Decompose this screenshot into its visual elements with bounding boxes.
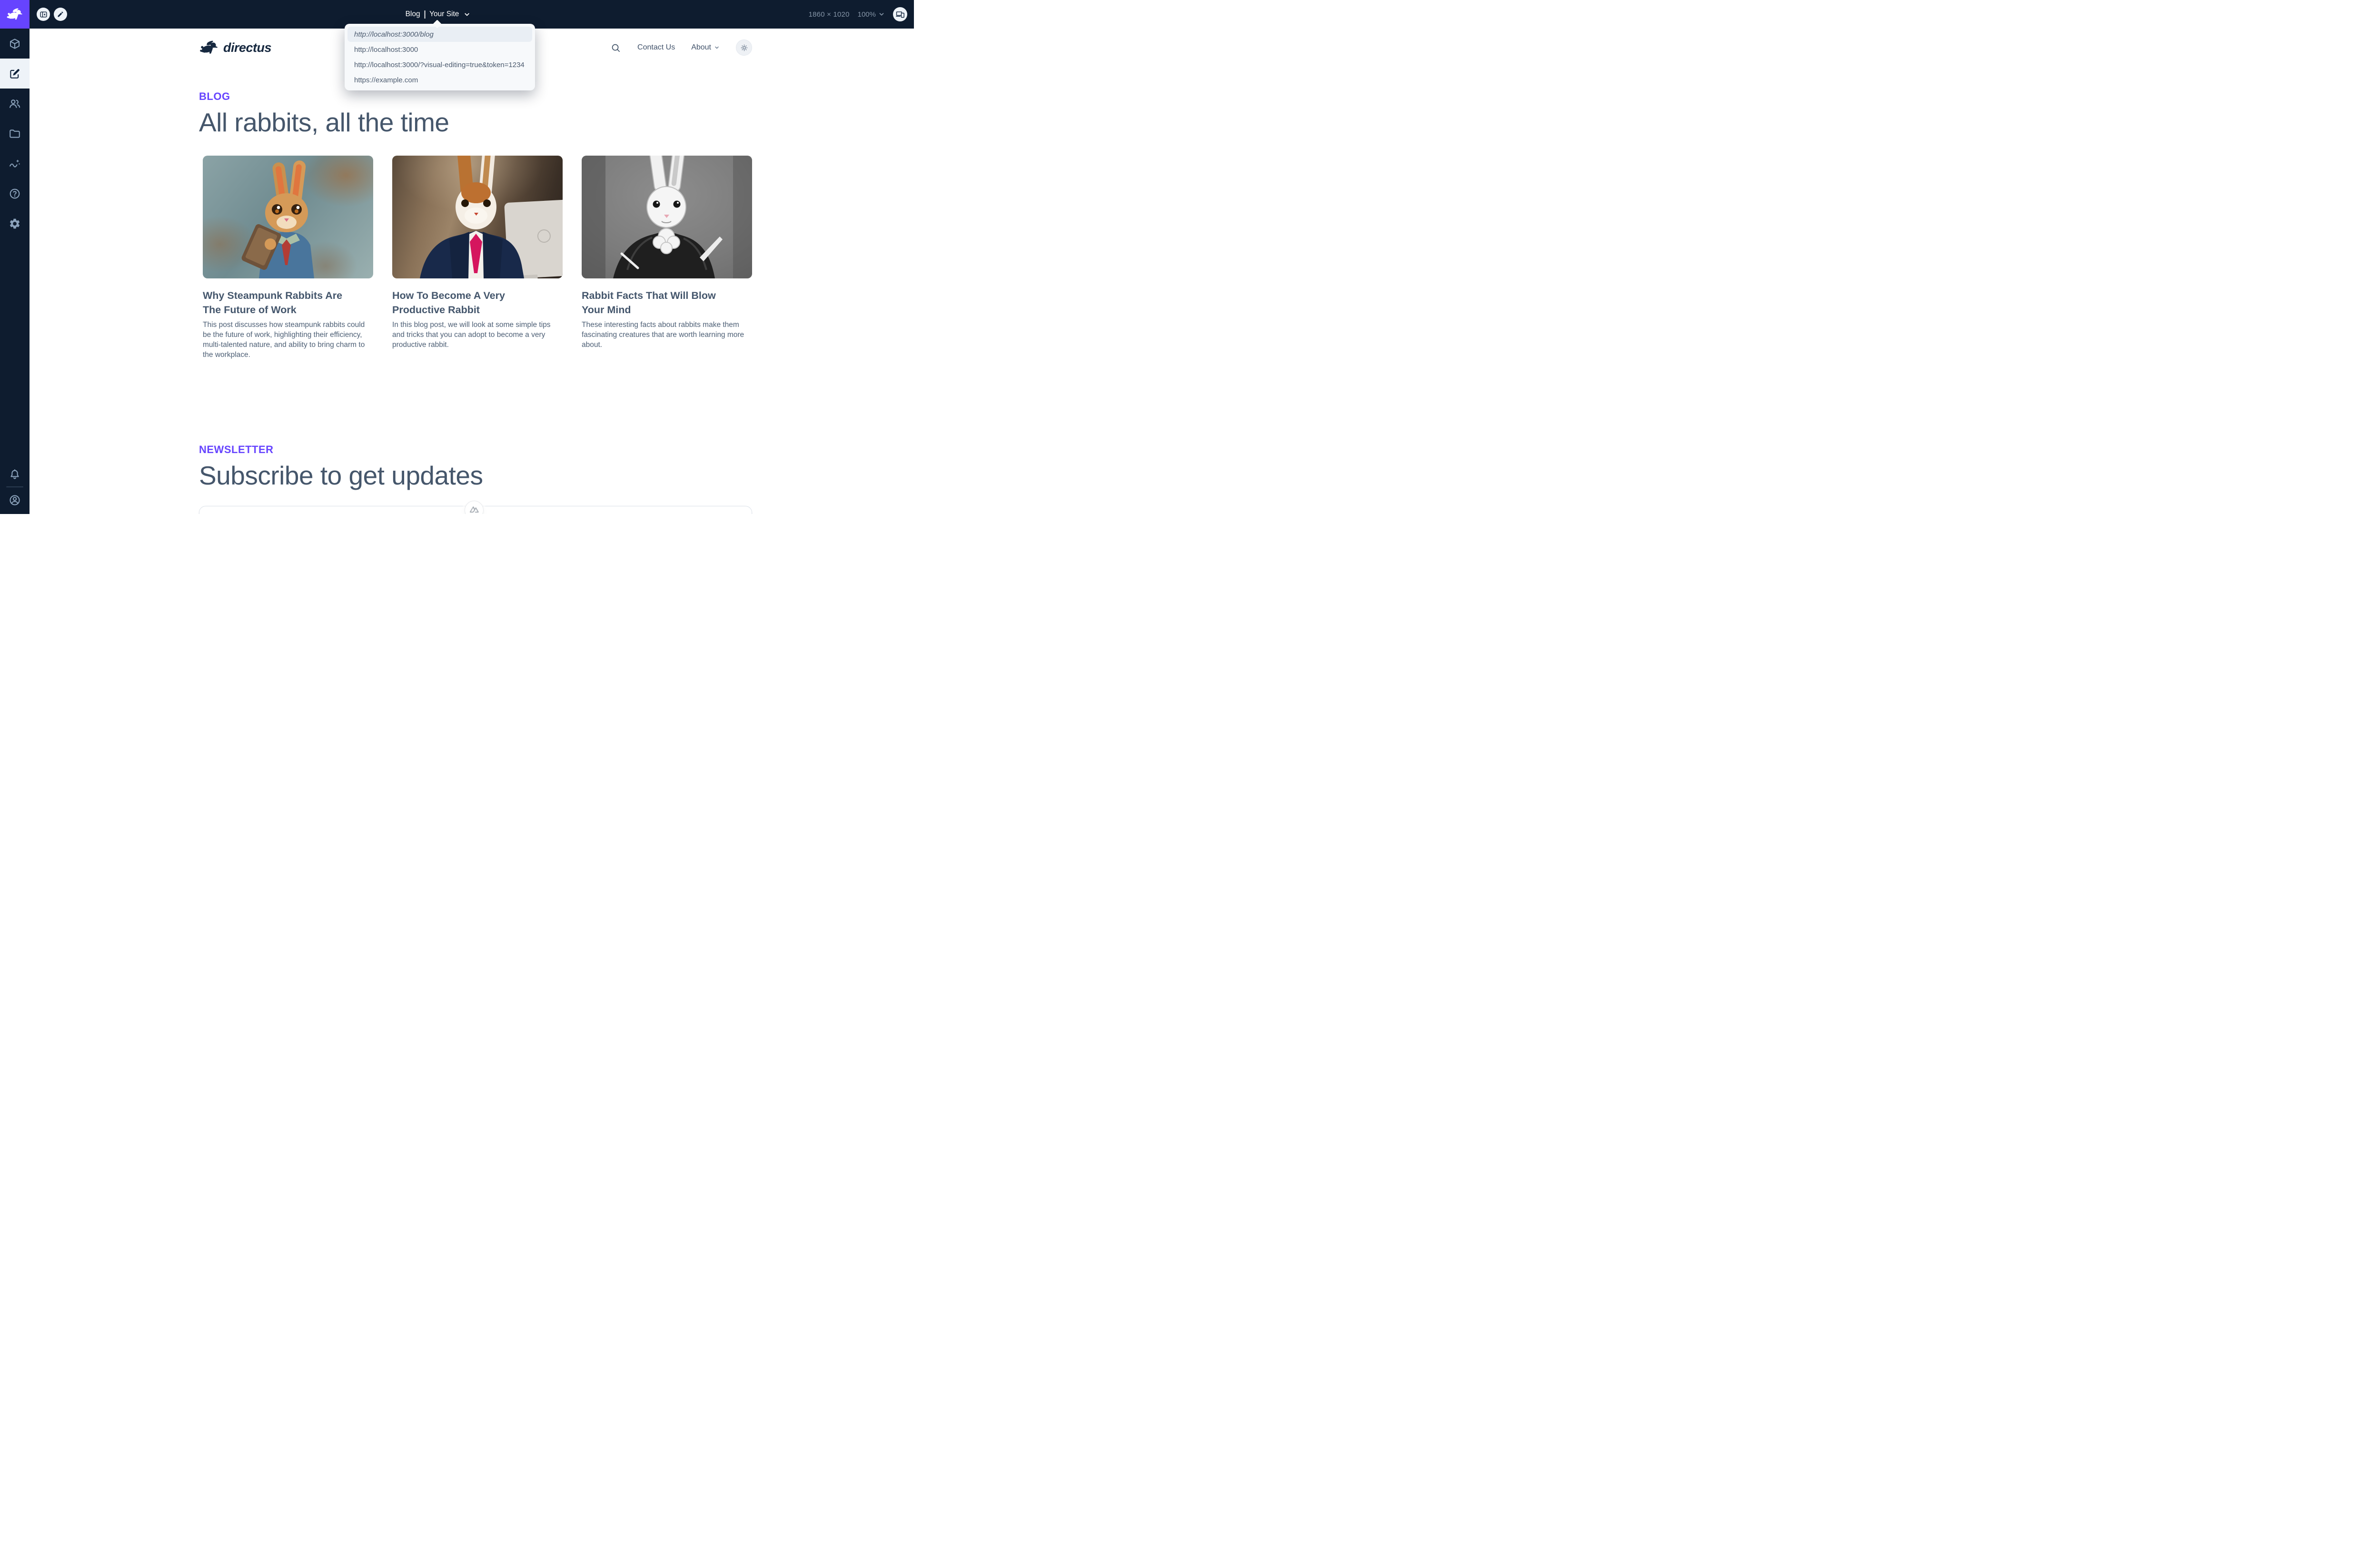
blog-eyebrow: BLOG [199, 90, 752, 103]
zoom-value: 100% [858, 10, 876, 19]
page-label: Blog [406, 10, 420, 19]
pencil-icon [57, 10, 64, 18]
title-divider [425, 10, 426, 19]
module-visual-editor[interactable] [0, 59, 30, 89]
module-content[interactable] [0, 29, 30, 59]
insights-icon [9, 158, 21, 170]
chevron-down-icon [878, 11, 885, 18]
search-button[interactable] [610, 42, 621, 53]
post-excerpt: This post discusses how steampunk rabbit… [203, 320, 370, 360]
sun-icon [740, 43, 749, 52]
url-option-example[interactable]: https://example.com [347, 72, 532, 88]
notifications-button[interactable] [0, 468, 30, 481]
collapse-panel-icon [40, 10, 48, 19]
newsletter-eyebrow: NEWSLETTER [199, 444, 752, 456]
url-dropdown-menu: http://localhost:3000/blog http://localh… [345, 24, 535, 90]
site-logo[interactable]: directus [199, 40, 271, 55]
post-image-engraved-rabbit [582, 156, 752, 278]
site-brand-wordmark: directus [223, 40, 271, 55]
collapse-sidebar-button[interactable] [37, 8, 50, 21]
directus-logo-button[interactable] [0, 0, 30, 29]
about-label: About [691, 43, 711, 52]
nav-link-about[interactable]: About [691, 43, 720, 52]
search-icon [610, 42, 621, 53]
nuxt-icon [469, 505, 479, 513]
gear-icon [9, 217, 21, 230]
theme-toggle-button[interactable] [736, 40, 752, 56]
help-icon [9, 188, 21, 200]
folder-icon [9, 128, 21, 140]
contact-label: Contact Us [637, 43, 675, 52]
post-image-steampunk-rabbit [203, 156, 373, 278]
url-option-visual-editing[interactable]: http://localhost:3000/?visual-editing=tr… [347, 57, 532, 72]
module-insights[interactable] [0, 148, 30, 178]
viewport-dimensions: 1860 × 1020 [809, 10, 850, 19]
post-title: How To Become A Very Productive Rabbit [392, 289, 545, 316]
site-preview: directus Contact Us About BLOG [30, 29, 914, 514]
site-label: Your Site [429, 10, 459, 19]
account-button[interactable] [0, 494, 30, 506]
chevron-down-icon [714, 45, 720, 50]
users-icon [9, 98, 21, 110]
post-title: Rabbit Facts That Will Blow Your Mind [582, 289, 734, 316]
nav-link-contact[interactable]: Contact Us [637, 43, 675, 52]
account-circle-icon [9, 494, 21, 506]
post-card-facts[interactable]: Rabbit Facts That Will Blow Your Mind Th… [582, 156, 752, 360]
newsletter-title: Subscribe to get updates [199, 462, 752, 490]
post-card-steampunk[interactable]: Why Steampunk Rabbits Are The Future of … [203, 156, 373, 360]
module-help[interactable] [0, 178, 30, 208]
bell-icon [9, 468, 21, 481]
edit-mode-button[interactable] [54, 8, 67, 21]
box-icon [9, 38, 21, 50]
module-users[interactable] [0, 89, 30, 119]
post-grid: Why Steampunk Rabbits Are The Future of … [199, 156, 752, 360]
site-nav: Contact Us About [610, 40, 752, 56]
directus-rabbit-icon [6, 8, 23, 21]
chevron-down-icon [463, 11, 470, 18]
devices-icon [896, 10, 905, 19]
module-settings[interactable] [0, 208, 30, 238]
url-option-blog[interactable]: http://localhost:3000/blog [347, 27, 532, 42]
post-excerpt: These interesting facts about rabbits ma… [582, 320, 749, 350]
post-title: Why Steampunk Rabbits Are The Future of … [203, 289, 355, 316]
module-files[interactable] [0, 119, 30, 148]
post-image-suit-rabbit [392, 156, 563, 278]
blog-title: All rabbits, all the time [199, 109, 752, 137]
directus-rabbit-icon [199, 40, 219, 55]
zoom-dropdown[interactable]: 100% [858, 10, 885, 19]
post-excerpt: In this blog post, we will look at some … [392, 320, 560, 350]
sidebar-divider [6, 486, 23, 487]
post-card-productive[interactable]: How To Become A Very Productive Rabbit I… [392, 156, 563, 360]
module-bar [0, 29, 30, 514]
responsive-devices-button[interactable] [893, 7, 907, 21]
edit-square-icon [9, 68, 21, 80]
url-option-root[interactable]: http://localhost:3000 [347, 42, 532, 57]
